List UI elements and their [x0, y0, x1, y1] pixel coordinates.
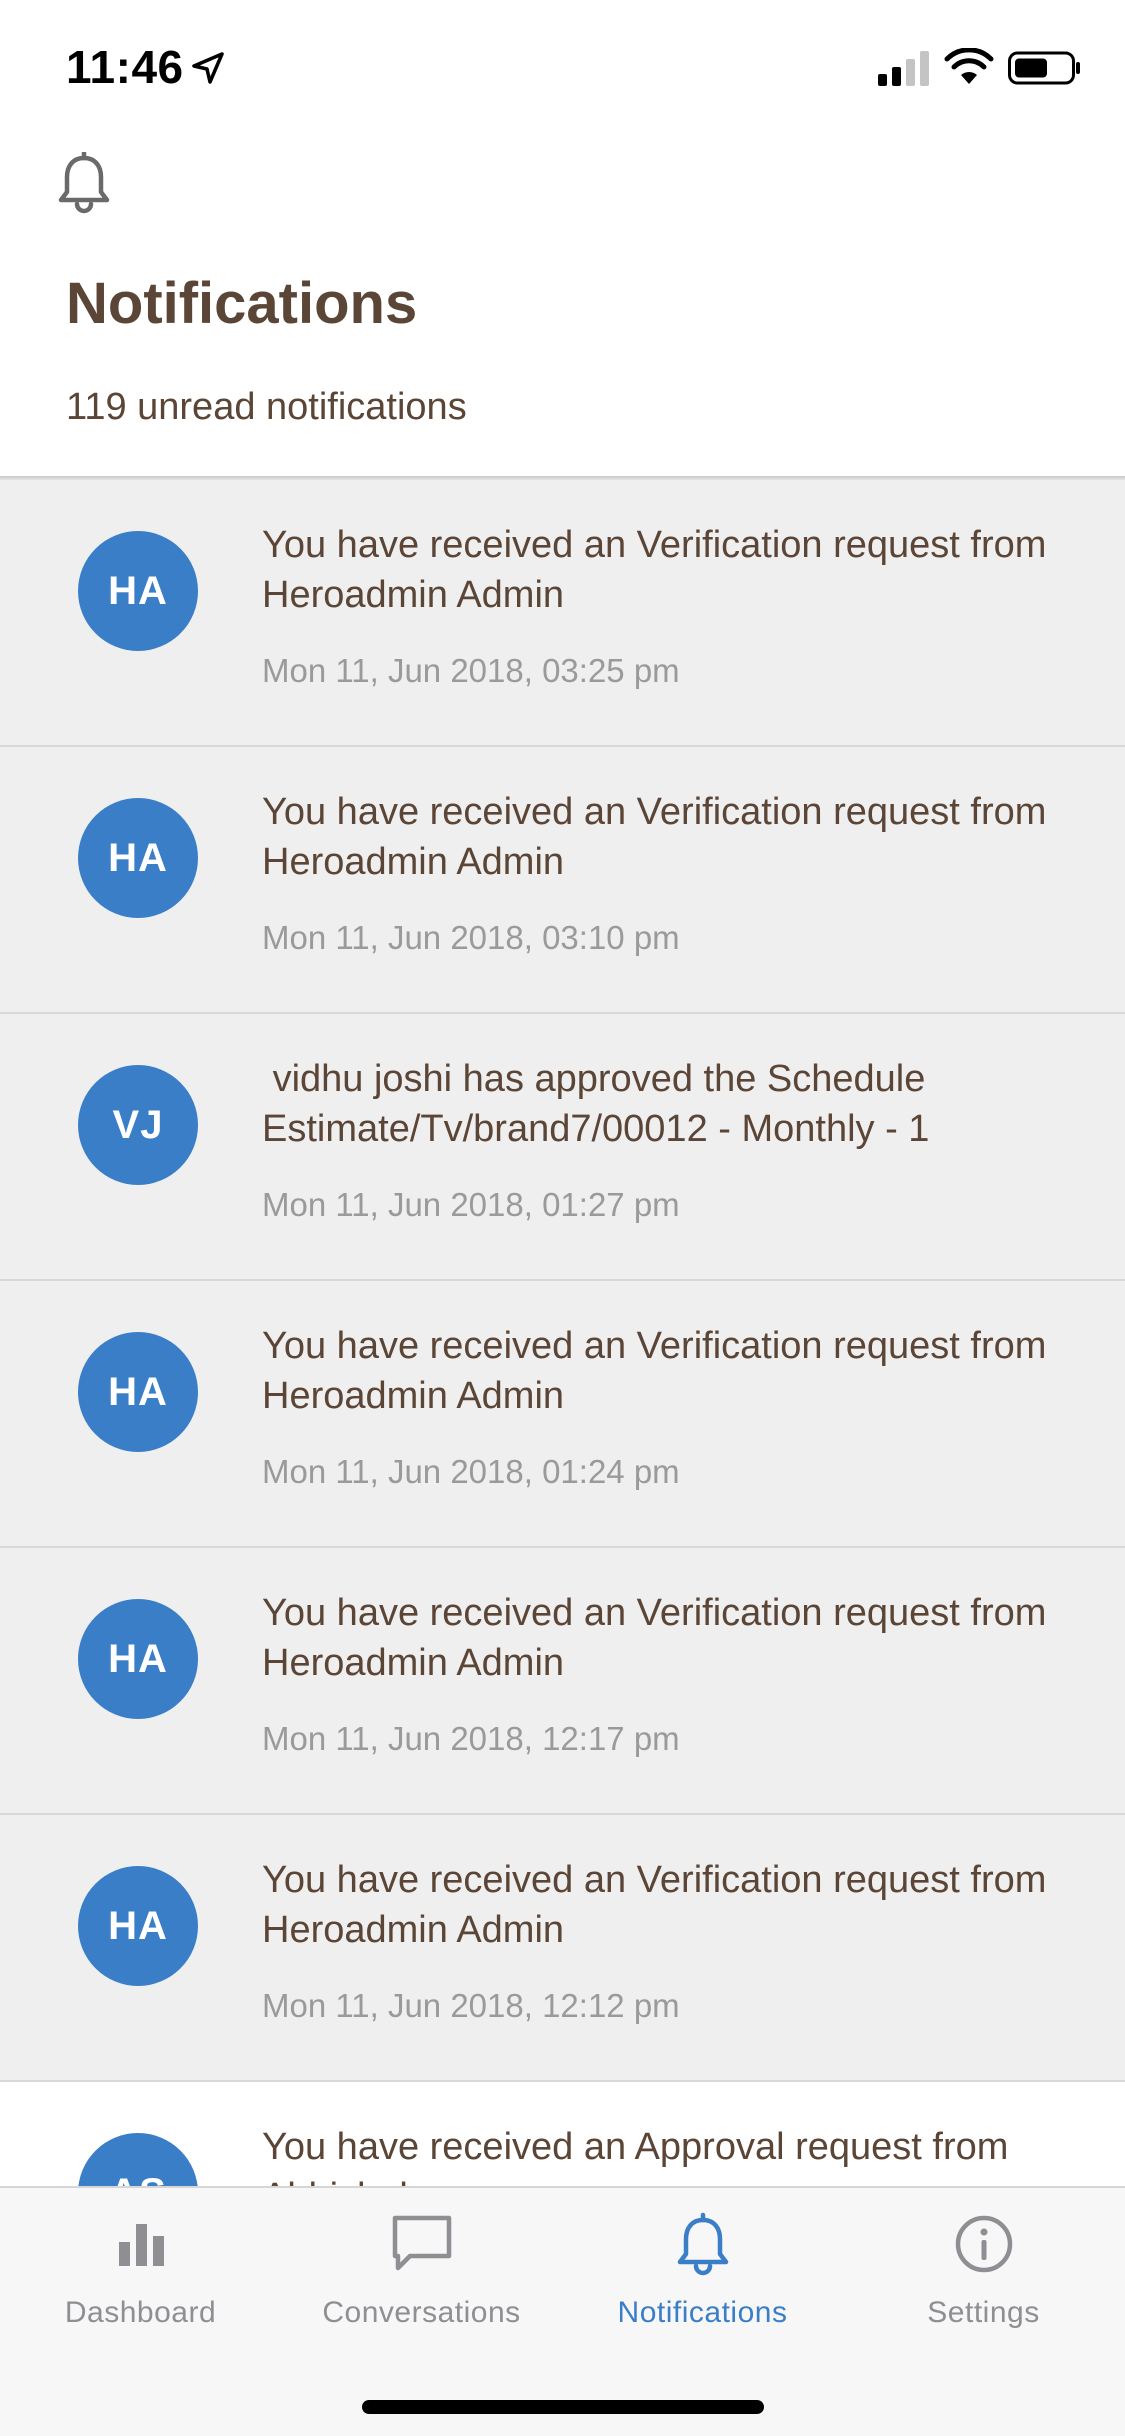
notification-timestamp: Mon 11, Jun 2018, 01:27 pm [262, 1186, 680, 1223]
avatar: VJ [78, 1065, 198, 1185]
tab-dashboard[interactable]: Dashboard [0, 2188, 281, 2348]
notification-item[interactable]: HA You have received an Verification req… [0, 1281, 1125, 1548]
tab-conversations[interactable]: Conversations [281, 2188, 562, 2348]
notification-timestamp: Mon 11, Jun 2018, 03:10 pm [262, 919, 680, 956]
bar-chart-icon [118, 2224, 164, 2266]
avatar: HA [78, 531, 198, 651]
notification-item[interactable]: VJ vidhu joshi has approved the Schedule… [0, 1014, 1125, 1281]
notification-message: You have received an Verification reques… [262, 1325, 1057, 1417]
avatar: HA [78, 798, 198, 918]
chat-bubble-icon [392, 2215, 451, 2271]
notification-timestamp: Mon 11, Jun 2018, 01:24 pm [262, 1453, 680, 1490]
wifi-icon [944, 48, 994, 84]
notification-message: You have received an Verification reques… [262, 1859, 1057, 1951]
avatar: AS [78, 2133, 198, 2190]
notification-timestamp: Mon 11, Jun 2018, 03:25 pm [262, 652, 680, 689]
status-bar: 11:46 [0, 0, 1125, 132]
notification-timestamp: Mon 11, Jun 2018, 12:12 pm [262, 1987, 680, 2024]
notification-item[interactable]: HA You have received an Verification req… [0, 480, 1125, 747]
notification-item[interactable]: AS You have received an Approval request… [0, 2082, 1125, 2190]
notification-item[interactable]: HA You have received an Verification req… [0, 747, 1125, 1014]
notification-timestamp: Mon 11, Jun 2018, 12:17 pm [262, 1720, 680, 1757]
notifications-screen: 11:46 Notifications 119 unread notificat… [0, 0, 1125, 2436]
battery-icon [1008, 51, 1080, 85]
notification-message: You have received an Verification reques… [262, 1592, 1057, 1684]
unread-count: 119 unread notifications [66, 386, 467, 428]
status-time: 11:46 [66, 41, 184, 93]
notification-item[interactable]: HA You have received an Verification req… [0, 1548, 1125, 1815]
notification-message: You have received an Verification reques… [262, 524, 1057, 616]
cellular-signal-icon [878, 51, 929, 86]
avatar: HA [78, 1332, 198, 1452]
notification-item[interactable]: HA You have received an Verification req… [0, 1815, 1125, 2082]
notification-message: You have received an Verification reques… [262, 791, 1057, 883]
notification-list[interactable]: HA You have received an Verification req… [0, 480, 1125, 2190]
location-arrow-icon [192, 52, 224, 84]
tab-label: Dashboard [64, 2296, 217, 2329]
bell-icon [677, 2212, 728, 2276]
info-icon [955, 2215, 1012, 2273]
bell-icon [58, 152, 110, 214]
home-indicator[interactable] [362, 2400, 764, 2414]
notification-message: vidhu joshi has approved the Schedule Es… [262, 1058, 936, 1150]
page-title: Notifications [66, 271, 418, 336]
avatar: HA [78, 1599, 198, 1719]
tab-label: Conversations [322, 2296, 521, 2329]
avatar: HA [78, 1866, 198, 1986]
tab-settings[interactable]: Settings [843, 2188, 1124, 2348]
notification-message: You have received an Approval request fr… [262, 2126, 1009, 2190]
tab-bar: Dashboard Conversations Notifications Se… [0, 2186, 1125, 2436]
tab-label: Settings [927, 2296, 1040, 2329]
tab-notifications[interactable]: Notifications [562, 2188, 843, 2348]
tab-label: Notifications [617, 2296, 788, 2329]
